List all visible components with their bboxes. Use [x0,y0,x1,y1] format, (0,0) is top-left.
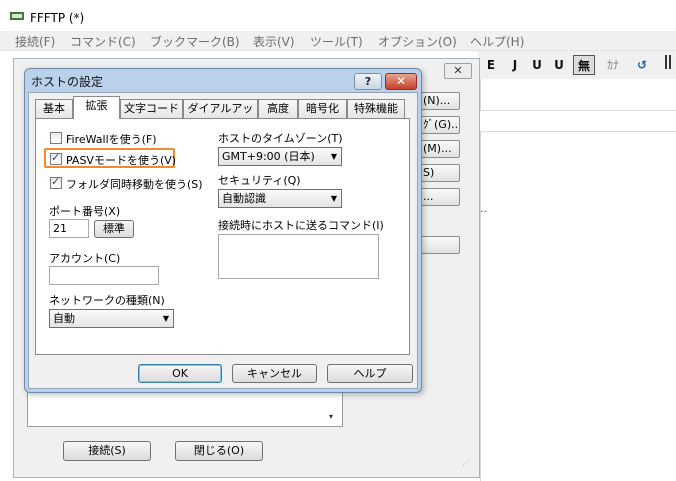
folder-sync-checkbox[interactable] [50,175,62,189]
port-default-button[interactable]: 標準 [94,220,134,238]
scroll-down-icon[interactable]: ▾ [329,412,341,421]
security-label: セキュリティ(Q) [218,174,301,187]
menu-help[interactable]: ヘルプ(H) [470,33,524,50]
toolbar-kana-button[interactable]: ｶﾅ [604,55,622,75]
dialog-title: ホストの設定 [31,75,104,89]
network-type-value: 自動 [53,312,75,325]
pasv-checkbox[interactable] [50,151,62,165]
tab-encryption[interactable]: 暗号化 [298,99,347,118]
timezone-select[interactable]: GMT+9:00 (日本) ▼ [218,147,342,166]
firewall-checkbox[interactable] [50,132,62,144]
timezone-label: ホストのタイムゾーン(T) [218,132,343,145]
host-list-group-button[interactable]: ｸﾞ(G)... [416,116,460,134]
refresh-icon[interactable]: ↺ [633,55,651,75]
init-command-textarea[interactable] [218,234,379,279]
menu-command[interactable]: コマンド(C) [70,33,136,50]
host-list-close-button[interactable]: ✕ [444,63,472,79]
menu-view[interactable]: 表示(V) [253,33,295,50]
remote-file-pane[interactable] [480,79,676,481]
menu-connect[interactable]: 接続(F) [15,33,55,50]
security-select[interactable]: 自動認識 ▼ [218,189,342,208]
menu-options[interactable]: オプション(O) [378,33,457,50]
chevron-down-icon: ▼ [162,314,169,323]
ffftp-app-icon [10,10,24,22]
host-list-new-button[interactable]: (N)... [416,92,460,110]
toolbar-no-conversion-button[interactable]: 無 [573,55,595,75]
dialog-close-icon[interactable]: ✕ [385,73,417,90]
toolbar-more-icon[interactable] [664,55,674,75]
app-title: FFFTP (*) [30,11,85,25]
dialog-help-icon[interactable]: ? [354,73,382,90]
folder-sync-label: フォルダ同時移動を使う(S) [66,178,203,191]
resize-grip-icon[interactable]: ⋰ [462,458,470,467]
host-list-box[interactable] [27,390,343,427]
tab-basic[interactable]: 基本 [35,99,73,118]
remote-pane-header [480,110,676,132]
tab-special-features[interactable]: 特殊機能 [347,99,405,118]
tab-extended[interactable]: 拡張 [73,96,120,119]
menu-bookmark[interactable]: ブックマーク(B) [150,33,240,50]
host-list-modify-button[interactable]: (M)... [416,140,460,158]
network-type-label: ネットワークの種類(N) [49,294,165,307]
ok-button[interactable]: OK [138,364,222,383]
host-list-default-button[interactable] [416,236,460,254]
host-list-copy-button[interactable]: S) [416,164,460,182]
connect-button[interactable]: 接続(S) [63,441,151,461]
help-button[interactable]: ヘルプ [327,364,413,383]
remote-pane-dots: .. [480,202,487,215]
toolbar: E J U U 無 ｶﾅ ↺ [478,51,676,79]
toolbar-euc-button[interactable]: E [482,55,500,75]
port-input[interactable]: 21 [49,219,89,238]
tab-dialup[interactable]: ダイアルアップ [183,99,258,133]
toolbar-utf8bom-button[interactable]: U [550,55,568,75]
init-command-label: 接続時にホストに送るコマンド(I) [218,219,384,232]
port-label: ポート番号(X) [49,205,121,218]
account-input[interactable] [49,266,159,285]
toolbar-jis-button[interactable]: J [506,55,524,75]
menu-tools[interactable]: ツール(T) [310,33,363,50]
chevron-down-icon: ▼ [330,152,337,161]
timezone-value: GMT+9:00 (日本) [222,150,315,163]
menubar: 接続(F) コマンド(C) ブックマーク(B) 表示(V) ツール(T) オプシ… [0,31,676,51]
network-type-select[interactable]: 自動 ▼ [49,309,174,328]
close-button[interactable]: 閉じる(O) [175,441,263,461]
account-label: アカウント(C) [49,252,121,265]
tab-advanced[interactable]: 高度 [258,99,298,118]
chevron-down-icon: ▼ [330,194,337,203]
tab-character-code[interactable]: 文字コード [120,99,183,118]
security-value: 自動認識 [222,192,266,205]
cancel-button[interactable]: キャンセル [232,364,317,383]
app-titlebar [0,0,676,31]
toolbar-utf8-button[interactable]: U [528,55,546,75]
pasv-label: PASVモードを使う(V) [66,154,177,167]
firewall-label: FireWallを使う(F) [66,133,157,146]
host-list-delete-button[interactable]: ... [416,188,460,206]
